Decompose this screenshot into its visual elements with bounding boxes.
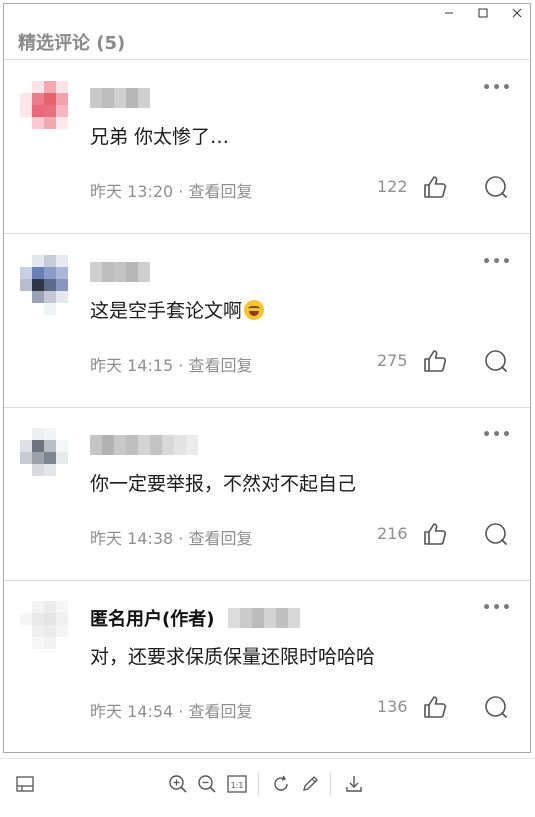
view-replies-link[interactable]: 查看回复 (188, 356, 252, 375)
comment-item: ••• 兄弟 你太惨了… 昨天 13:20 · 查看回复 122 (4, 60, 530, 234)
comment-text: 兄弟 你太惨了… (90, 122, 229, 149)
comment-text: 这是空手套论文啊 (90, 296, 265, 323)
sidebar-icon[interactable] (14, 773, 36, 795)
view-replies-link[interactable]: 查看回复 (188, 702, 252, 721)
author-name-label: 匿名用户(作者) (90, 609, 215, 630)
avatar[interactable] (20, 81, 80, 141)
comment-time: 昨天 14:54 (90, 702, 174, 721)
reply-comment-icon[interactable] (483, 348, 509, 374)
svg-text:1:1: 1:1 (231, 781, 244, 790)
comment-time: 昨天 13:20 (90, 182, 174, 201)
meta-separator: · (173, 356, 189, 375)
more-options-icon[interactable]: ••• (482, 254, 512, 270)
avatar[interactable] (20, 255, 80, 315)
zoom-in-icon[interactable] (167, 773, 189, 795)
avatar[interactable] (20, 601, 80, 661)
thumbs-up-icon[interactable] (422, 174, 448, 200)
comment-meta: 昨天 13:20 · 查看回复 (90, 178, 252, 202)
meta-separator: · (173, 182, 189, 201)
thumbs-up-icon[interactable] (422, 521, 448, 547)
comment-text-content: 你一定要举报，不然对不起自己 (90, 473, 357, 495)
blurred-username[interactable] (90, 88, 150, 108)
view-replies-link[interactable]: 查看回复 (188, 529, 252, 548)
comment-meta: 昨天 14:15 · 查看回复 (90, 352, 252, 376)
more-options-icon[interactable]: ••• (482, 600, 512, 616)
more-options-icon[interactable]: ••• (482, 427, 512, 443)
actual-size-icon[interactable]: 1:1 (226, 773, 248, 795)
avatar[interactable] (20, 428, 80, 488)
comment-text: 你一定要举报，不然对不起自己 (90, 469, 356, 496)
comment-text-content: 这是空手套论文啊 (90, 300, 243, 322)
author-name[interactable]: 匿名用户(作者) (90, 605, 301, 631)
comment-item: ••• 你一定要举报，不然对不起自己 昨天 14:38 · 查看回复 216 (4, 407, 530, 581)
thumbs-up-icon[interactable] (422, 348, 448, 374)
comment-text-content: 对，还要求保质保量还限时哈哈哈 (90, 646, 376, 668)
like-count: 216 (377, 524, 408, 543)
meta-separator: · (173, 702, 189, 721)
window-controls (442, 8, 524, 18)
download-icon[interactable] (343, 773, 365, 795)
close-icon[interactable] (510, 8, 524, 18)
reply-comment-icon[interactable] (483, 694, 509, 720)
comment-text: 对，还要求保质保量还限时哈哈哈 (90, 642, 375, 669)
bottom-toolbar: 1:1 (0, 758, 535, 815)
more-options-icon[interactable]: ••• (482, 80, 512, 96)
blurred-username[interactable] (90, 435, 198, 455)
comment-item: ••• 这是空手套论文啊 昨天 14:15 · 查看回复 275 (4, 234, 530, 408)
zoom-out-icon[interactable] (196, 773, 218, 795)
blurred-username (228, 608, 301, 628)
edit-icon[interactable] (299, 773, 321, 795)
reply-comment-icon[interactable] (483, 174, 509, 200)
comment-meta: 昨天 14:38 · 查看回复 (90, 525, 252, 549)
like-count: 136 (377, 697, 408, 716)
like-count: 275 (377, 351, 408, 370)
comment-time: 昨天 14:15 (90, 356, 174, 375)
meta-separator: · (173, 529, 189, 548)
comment-time: 昨天 14:38 (90, 529, 174, 548)
comments-window: 精选评论 (5) ••• 兄弟 你太惨了… 昨天 13:20 · 查看回复 122 ••… (3, 3, 531, 753)
like-count: 122 (377, 177, 408, 196)
comment-meta: 昨天 14:54 · 查看回复 (90, 698, 252, 722)
reply-comment-icon[interactable] (483, 521, 509, 547)
toolbar-divider (330, 773, 331, 795)
minimize-icon[interactable] (442, 8, 456, 18)
comment-text-content: 兄弟 你太惨了… (90, 126, 230, 148)
view-replies-link[interactable]: 查看回复 (188, 182, 252, 201)
thumbs-up-icon[interactable] (422, 694, 448, 720)
maximize-icon[interactable] (476, 8, 490, 18)
laughing-emoji-icon (244, 300, 265, 320)
rotate-icon[interactable] (270, 773, 292, 795)
blurred-username[interactable] (90, 262, 150, 282)
window-title: 精选评论 (5) (18, 33, 126, 54)
comment-item: 匿名用户(作者) ••• 对，还要求保质保量还限时哈哈哈 昨天 14:54 · 查看回… (4, 580, 530, 754)
toolbar-divider (258, 773, 259, 795)
